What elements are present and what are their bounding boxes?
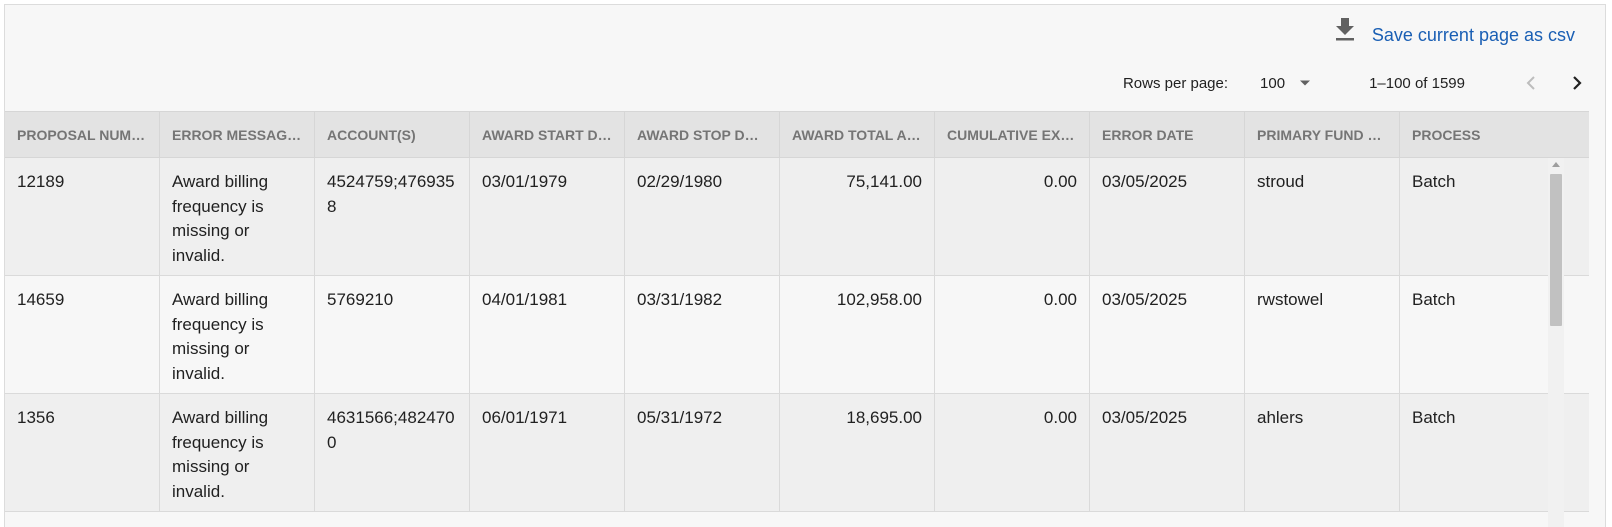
data-grid-panel: Save current page as csv Rows per page: … xyxy=(4,4,1606,527)
cell-award-total: 102,958.00 xyxy=(780,276,935,393)
table-row[interactable]: 12189 Award billing frequency is missing… xyxy=(5,158,1589,276)
scroll-up-arrow-icon[interactable] xyxy=(1552,162,1560,167)
save-csv-button[interactable]: Save current page as csv xyxy=(1334,18,1575,47)
column-header-award-total-amount[interactable]: AWARD TOTAL A… xyxy=(780,112,935,158)
table-row[interactable]: 14659 Award billing frequency is missing… xyxy=(5,276,1589,394)
column-header-error-messages[interactable]: ERROR MESSAGES xyxy=(160,112,315,158)
vertical-scrollbar[interactable] xyxy=(1548,158,1564,527)
cell-proposal-number: 12189 xyxy=(5,158,160,275)
column-header-award-start-date[interactable]: AWARD START DA… xyxy=(470,112,625,158)
cell-error-date: 03/05/2025 xyxy=(1090,276,1245,393)
column-header-cumulative-expenses[interactable]: CUMULATIVE EXP… xyxy=(935,112,1090,158)
cell-primary-fund: stroud xyxy=(1245,158,1400,275)
cell-cumulative-expenses: 0.00 xyxy=(935,394,1090,511)
data-grid: PROPOSAL NUMB… ERROR MESSAGES ACCOUNT(S)… xyxy=(5,111,1589,512)
rows-per-page-value: 100 xyxy=(1260,74,1286,92)
table-row[interactable]: 1356 Award billing frequency is missing … xyxy=(5,394,1589,512)
cell-award-start-date: 06/01/1971 xyxy=(470,394,625,511)
cell-proposal-number: 1356 xyxy=(5,394,160,511)
cell-award-stop-date: 02/29/1980 xyxy=(625,158,780,275)
cell-accounts: 4524759;4769358 xyxy=(315,158,470,275)
cell-error-message: Award billing frequency is missing or in… xyxy=(160,394,315,511)
download-icon xyxy=(1335,18,1354,41)
next-page-button[interactable] xyxy=(1563,69,1591,97)
cell-accounts: 5769210 xyxy=(315,276,470,393)
cell-accounts: 4631566;4824700 xyxy=(315,394,470,511)
save-csv-label: Save current page as csv xyxy=(1371,25,1575,45)
cell-error-date: 03/05/2025 xyxy=(1090,394,1245,511)
rows-per-page-label: Rows per page: xyxy=(1122,74,1229,92)
cell-error-message: Award billing frequency is missing or in… xyxy=(160,276,315,393)
page-range-label: 1–100 of 1599 xyxy=(1369,74,1465,92)
dropdown-arrow-icon xyxy=(1300,80,1311,86)
cell-primary-fund: ahlers xyxy=(1245,394,1400,511)
column-header-accounts[interactable]: ACCOUNT(S) xyxy=(315,112,470,158)
grid-toolbar: Save current page as csv Rows per page: … xyxy=(5,5,1605,111)
pagination: Rows per page: 100 1–100 of 1599 xyxy=(1123,67,1605,99)
column-header-row: PROPOSAL NUMB… ERROR MESSAGES ACCOUNT(S)… xyxy=(5,111,1589,158)
column-header-proposal-number[interactable]: PROPOSAL NUMB… xyxy=(5,112,160,158)
column-header-award-stop-date[interactable]: AWARD STOP DATE xyxy=(625,112,780,158)
cell-award-total: 18,695.00 xyxy=(780,394,935,511)
cell-primary-fund: rwstowel xyxy=(1245,276,1400,393)
cell-cumulative-expenses: 0.00 xyxy=(935,276,1090,393)
rows-per-page-select[interactable]: 100 xyxy=(1260,75,1311,92)
previous-page-button[interactable] xyxy=(1517,69,1545,97)
cell-award-start-date: 04/01/1981 xyxy=(470,276,625,393)
chevron-right-icon xyxy=(1573,76,1582,90)
cell-error-message: Award billing frequency is missing or in… xyxy=(160,158,315,275)
chevron-left-icon xyxy=(1526,76,1535,90)
column-header-error-date[interactable]: ERROR DATE xyxy=(1090,112,1245,158)
cell-award-stop-date: 03/31/1982 xyxy=(625,276,780,393)
cell-award-total: 75,141.00 xyxy=(780,158,935,275)
cell-error-date: 03/05/2025 xyxy=(1090,158,1245,275)
column-header-process[interactable]: PROCESS xyxy=(1400,112,1579,158)
column-header-primary-fund[interactable]: PRIMARY FUND … xyxy=(1245,112,1400,158)
cell-proposal-number: 14659 xyxy=(5,276,160,393)
cell-award-stop-date: 05/31/1972 xyxy=(625,394,780,511)
scrollbar-thumb[interactable] xyxy=(1550,174,1562,326)
cell-award-start-date: 03/01/1979 xyxy=(470,158,625,275)
cell-cumulative-expenses: 0.00 xyxy=(935,158,1090,275)
